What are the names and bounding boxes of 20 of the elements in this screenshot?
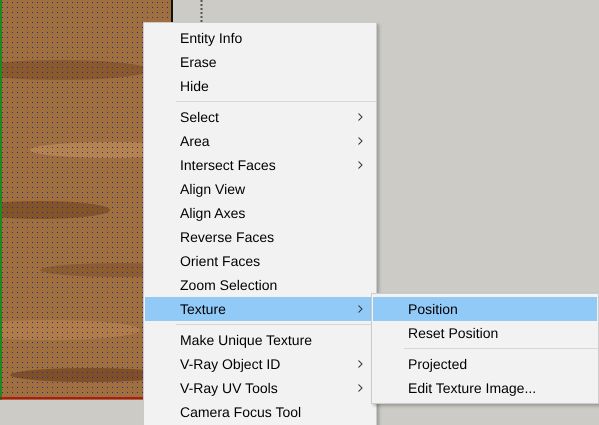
menu-item[interactable]: Make Unique Texture <box>145 328 375 352</box>
menu-item[interactable]: Position <box>373 297 597 321</box>
menu-item[interactable]: Intersect Faces <box>145 153 375 177</box>
menu-item[interactable]: Edit Texture Image... <box>373 376 597 400</box>
menu-item[interactable]: Area <box>145 129 375 153</box>
menu-item[interactable]: Hide <box>145 74 375 98</box>
menu-item[interactable]: Orient Faces <box>145 249 375 273</box>
menu-item[interactable]: Erase <box>145 50 375 74</box>
menu-item[interactable]: Reverse Faces <box>145 225 375 249</box>
menu-item[interactable]: Select <box>145 105 375 129</box>
menu-item[interactable]: V-Ray Object ID <box>145 352 375 376</box>
menu-item[interactable]: Align Axes <box>145 201 375 225</box>
menu-item[interactable]: V-Ray UV Tools <box>145 376 375 400</box>
menu-item[interactable]: Reset Position <box>373 321 597 345</box>
menu-item[interactable]: Align View <box>145 177 375 201</box>
menu-item[interactable]: Camera Focus Tool <box>145 400 375 424</box>
menu-item[interactable]: Zoom Selection <box>145 273 375 297</box>
menu-item[interactable]: Entity Info <box>145 26 375 50</box>
dotted-line <box>200 0 203 22</box>
menu-item[interactable]: Projected <box>373 352 597 376</box>
